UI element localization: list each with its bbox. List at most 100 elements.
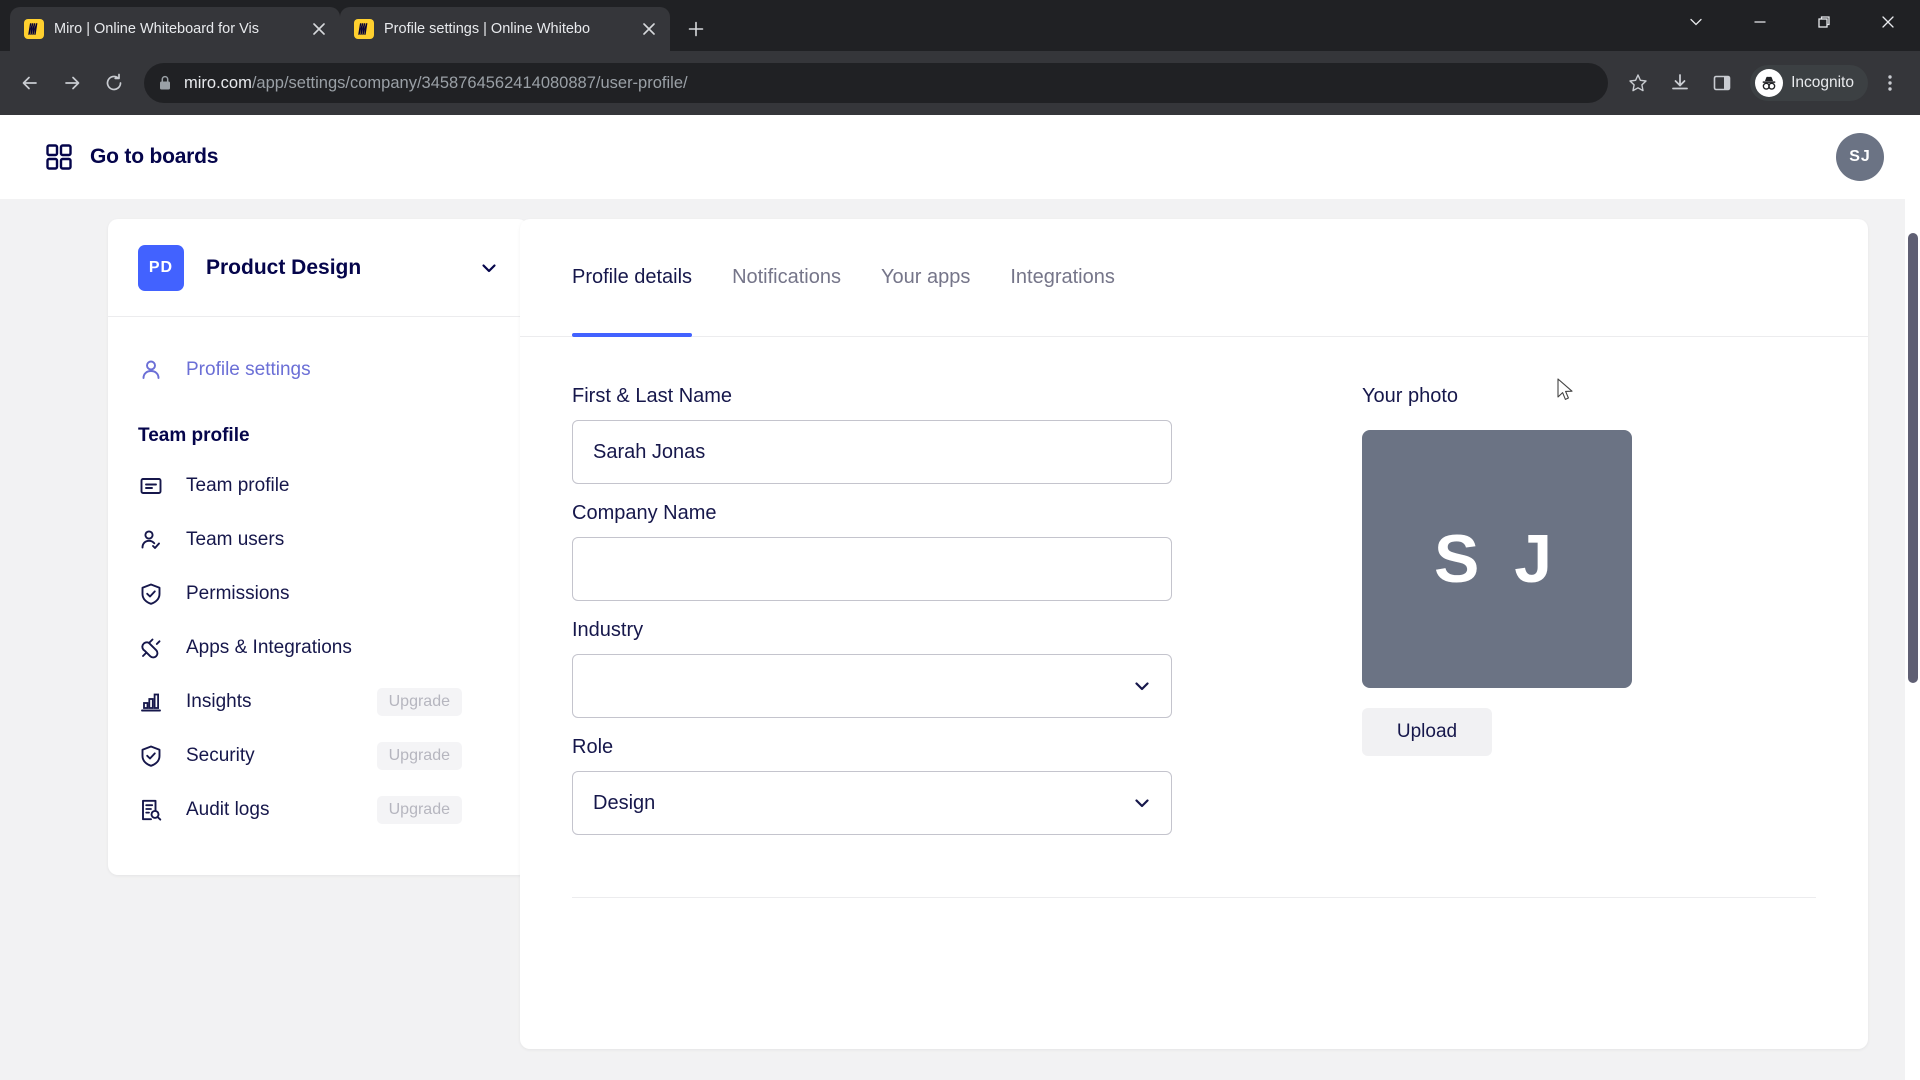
page-viewport: Go to boards SJ PD Product Design Profil… [0, 115, 1920, 1080]
person-check-icon [138, 527, 164, 553]
chevron-down-icon[interactable] [480, 259, 498, 277]
sidebar-item-security[interactable]: Security Upgrade [108, 729, 528, 783]
company-input[interactable] [572, 537, 1172, 601]
document-search-icon [138, 797, 164, 823]
tab-strip: Miro | Online Whiteboard for Vis Profile… [0, 0, 1920, 51]
browser-toolbar: miro.com/app/settings/company/3458764562… [0, 51, 1920, 115]
tab-search-chevron-icon[interactable] [1664, 0, 1728, 44]
app-header: Go to boards SJ [0, 115, 1920, 199]
download-icon[interactable] [1660, 63, 1700, 103]
browser-tab-2[interactable]: Profile settings | Online Whitebo [340, 7, 670, 51]
role-value: Design [593, 791, 656, 814]
sidebar-item-profile-settings[interactable]: Profile settings [108, 343, 528, 397]
photo-column: Your photo S J Upload [1172, 385, 1632, 853]
side-panel-icon[interactable] [1702, 63, 1742, 103]
sidebar-item-permissions[interactable]: Permissions [108, 567, 528, 621]
upgrade-badge[interactable]: Upgrade [376, 742, 462, 770]
sidebar-item-label: Profile settings [186, 359, 311, 380]
browser-window: Miro | Online Whiteboard for Vis Profile… [0, 0, 1920, 1080]
sidebar-card: PD Product Design Profile settings Team … [108, 219, 528, 875]
tab-notifications[interactable]: Notifications [712, 219, 861, 337]
settings-tabs: Profile details Notifications Your apps … [520, 219, 1868, 337]
sidebar-section-title: Team profile [138, 425, 250, 446]
tab-your-apps[interactable]: Your apps [861, 219, 990, 337]
shield-check-icon [138, 581, 164, 607]
reload-icon[interactable] [94, 63, 134, 103]
form-fields-column: First & Last Name Sarah Jonas Company Na… [572, 385, 1172, 853]
profile-settings-card: Profile details Notifications Your apps … [520, 219, 1868, 1049]
restore-button[interactable] [1792, 0, 1856, 44]
sidebar-item-label: Team profile [186, 475, 290, 496]
sidebar-column: PD Product Design Profile settings Team … [0, 219, 528, 1049]
sidebar-item-label: Team users [186, 529, 285, 550]
incognito-icon [1755, 69, 1784, 97]
role-select[interactable]: Design [572, 771, 1172, 835]
url-domain: miro.com [184, 73, 252, 92]
tab-profile-details[interactable]: Profile details [572, 219, 712, 337]
chevron-down-icon [1133, 794, 1151, 812]
field-company: Company Name [572, 502, 1172, 601]
field-label: Company Name [572, 502, 717, 524]
menu-dots-icon[interactable] [1870, 63, 1910, 103]
field-name: First & Last Name Sarah Jonas [572, 385, 1172, 484]
miro-favicon [354, 19, 374, 39]
form-divider [572, 897, 1816, 898]
settings-page-body: PD Product Design Profile settings Team … [0, 199, 1920, 1080]
new-tab-button[interactable] [678, 11, 714, 47]
profile-photo: S J [1362, 430, 1632, 688]
scrollbar-thumb[interactable] [1908, 233, 1918, 683]
go-to-boards-label: Go to boards [90, 145, 219, 168]
tab-title: Miro | Online Whiteboard for Vis [54, 21, 259, 37]
grid-icon [46, 144, 72, 170]
incognito-label: Incognito [1791, 74, 1854, 91]
forward-arrow-icon[interactable] [52, 63, 92, 103]
sidebar-item-label: Permissions [186, 583, 290, 604]
tab-integrations[interactable]: Integrations [990, 219, 1135, 337]
photo-title: Your photo [1362, 385, 1459, 407]
url-text: miro.com/app/settings/company/3458764562… [184, 74, 688, 93]
upload-button[interactable]: Upload [1362, 708, 1492, 756]
sidebar-item-label: Apps & Integrations [186, 637, 352, 658]
close-window-button[interactable] [1856, 0, 1920, 44]
avatar[interactable]: SJ [1836, 133, 1884, 181]
shield-check-icon [138, 743, 164, 769]
bookmark-star-icon[interactable] [1618, 63, 1658, 103]
sidebar-item-label: Audit logs [186, 799, 270, 820]
upgrade-badge[interactable]: Upgrade [376, 688, 462, 716]
chevron-down-icon [1133, 677, 1151, 695]
sidebar-item-apps-integrations[interactable]: Apps & Integrations [108, 621, 528, 675]
page-scrollbar[interactable] [1905, 115, 1920, 1080]
close-icon[interactable] [308, 18, 330, 40]
team-badge: PD [138, 244, 184, 291]
profile-form: First & Last Name Sarah Jonas Company Na… [520, 337, 1868, 853]
miro-favicon [24, 19, 44, 39]
sidebar-item-label: Insights [186, 691, 252, 712]
industry-select[interactable] [572, 654, 1172, 718]
address-bar[interactable]: miro.com/app/settings/company/3458764562… [144, 63, 1609, 103]
id-card-icon [138, 473, 164, 499]
team-switcher[interactable]: PD Product Design [108, 219, 528, 317]
minimize-button[interactable] [1728, 0, 1792, 44]
field-label: Industry [572, 619, 644, 641]
browser-tab-1[interactable]: Miro | Online Whiteboard for Vis [10, 7, 340, 51]
main-column: Profile details Notifications Your apps … [520, 219, 1920, 1049]
field-role: Role Design [572, 736, 1172, 835]
back-arrow-icon[interactable] [10, 63, 50, 103]
window-controls [1664, 0, 1920, 44]
field-label: First & Last Name [572, 385, 733, 407]
sidebar-nav: Profile settings Team profile Team profi… [108, 317, 528, 875]
lock-icon [158, 75, 172, 91]
name-input[interactable]: Sarah Jonas [572, 420, 1172, 484]
upgrade-badge[interactable]: Upgrade [376, 796, 462, 824]
sidebar-item-team-profile[interactable]: Team profile [108, 459, 528, 513]
bar-chart-icon [138, 689, 164, 715]
go-to-boards-button[interactable]: Go to boards [46, 144, 218, 170]
sidebar-item-team-users[interactable]: Team users [108, 513, 528, 567]
close-icon[interactable] [638, 18, 660, 40]
sidebar-item-label: Security [186, 745, 255, 766]
sidebar-item-audit-logs[interactable]: Audit logs Upgrade [108, 783, 528, 837]
incognito-profile-pill[interactable]: Incognito [1750, 65, 1868, 101]
sidebar-item-insights[interactable]: Insights Upgrade [108, 675, 528, 729]
field-industry: Industry [572, 619, 1172, 718]
field-label: Role [572, 736, 614, 758]
